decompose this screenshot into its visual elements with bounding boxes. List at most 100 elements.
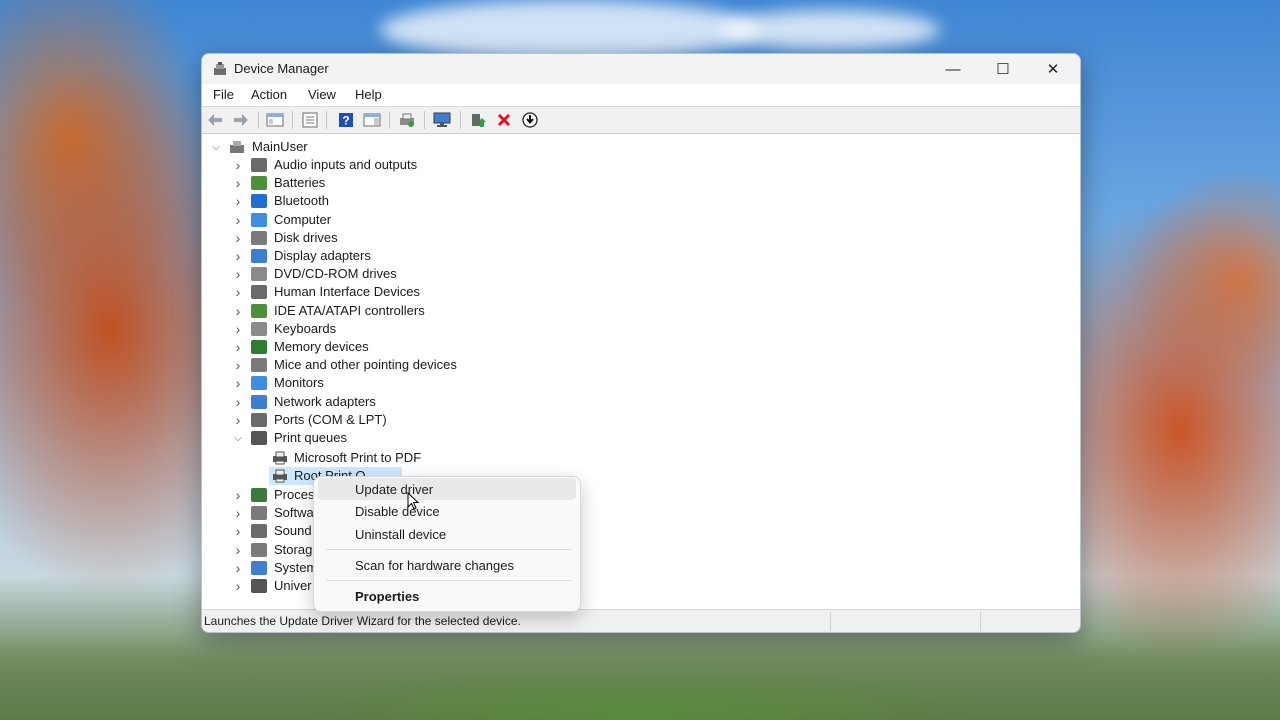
menu-action[interactable]: Action [251, 87, 287, 102]
expand-chevron-icon[interactable]: › [233, 265, 243, 283]
scan-hardware-icon[interactable] [521, 111, 539, 129]
expand-chevron-icon[interactable]: › [233, 356, 243, 374]
update-driver-icon[interactable] [469, 111, 487, 129]
uninstall-device-icon[interactable] [495, 111, 513, 129]
minimize-button[interactable]: — [928, 54, 978, 84]
category-memory-devices[interactable]: Memory devices [274, 338, 369, 356]
print-icon[interactable] [398, 111, 416, 129]
maximize-button[interactable]: ☐ [978, 54, 1028, 84]
category-softwa-icon [251, 506, 267, 520]
category-disk-drives[interactable]: Disk drives [274, 229, 338, 247]
category-system-icon [251, 561, 267, 575]
expand-chevron-icon[interactable]: › [233, 374, 243, 392]
category-system[interactable]: System [274, 559, 317, 577]
category-univer[interactable]: Univer [274, 577, 312, 595]
category-sound-icon [251, 524, 267, 538]
expand-chevron-icon[interactable]: › [233, 504, 243, 522]
action-pane-icon[interactable] [363, 111, 381, 129]
collapse-chevron-icon[interactable]: ⌵ [233, 429, 243, 447]
menu-bar: File Action View Help [202, 84, 1080, 106]
status-divider [980, 612, 981, 631]
menu-help[interactable]: Help [355, 87, 382, 102]
ctx-properties-label: Properties [355, 589, 420, 604]
title-bar[interactable]: Device Manager — ☐ ✕ [202, 54, 1080, 84]
close-button[interactable]: ✕ [1028, 54, 1078, 84]
category-sound[interactable]: Sound [274, 522, 312, 540]
expand-chevron-icon[interactable]: › [233, 559, 243, 577]
category-batteries[interactable]: Batteries [274, 174, 325, 192]
category-computer-icon [251, 213, 267, 227]
category-storag[interactable]: Storag [274, 541, 312, 559]
help-icon[interactable]: ? [337, 111, 355, 129]
menu-file[interactable]: File [213, 87, 234, 102]
expand-chevron-icon[interactable]: › [233, 522, 243, 540]
forward-arrow-icon[interactable] [232, 111, 250, 129]
category-ports-com-lpt-icon [251, 413, 267, 427]
category-bluetooth[interactable]: Bluetooth [274, 192, 329, 210]
category-ports-com-lpt[interactable]: Ports (COM & LPT) [274, 411, 387, 429]
category-network-adapters[interactable]: Network adapters [274, 393, 376, 411]
category-storag-icon [251, 543, 267, 557]
expand-chevron-icon[interactable]: › [233, 320, 243, 338]
expand-chevron-icon[interactable]: › [233, 411, 243, 429]
toolbar-separator [326, 111, 327, 129]
monitor-icon[interactable] [433, 111, 451, 129]
category-network-adapters-icon [251, 395, 267, 409]
menu-view[interactable]: View [308, 87, 336, 102]
category-print-queues[interactable]: Print queues [274, 429, 347, 447]
context-menu: Update driver Disable device Uninstall d… [313, 476, 581, 612]
status-divider [830, 612, 831, 631]
expand-chevron-icon[interactable]: › [233, 283, 243, 301]
printer-icon [273, 469, 287, 483]
ctx-disable-device-label: Disable device [355, 504, 440, 519]
expand-chevron-icon[interactable]: › [233, 338, 243, 356]
ctx-update-driver[interactable]: Update driver [318, 478, 576, 500]
expand-chevron-icon[interactable]: › [233, 211, 243, 229]
device-microsoft-print-to-pdf[interactable]: Microsoft Print to PDF [294, 449, 421, 467]
category-bluetooth-icon [251, 194, 267, 208]
properties-icon[interactable] [301, 111, 319, 129]
category-human-interface-devices[interactable]: Human Interface Devices [274, 283, 420, 301]
cloud [720, 10, 940, 50]
category-dvd-cd-rom-drives[interactable]: DVD/CD-ROM drives [274, 265, 397, 283]
category-computer[interactable]: Computer [274, 211, 331, 229]
category-softwa[interactable]: Softwa [274, 504, 314, 522]
expand-chevron-icon[interactable]: › [233, 302, 243, 320]
device-manager-app-icon [214, 62, 226, 75]
category-keyboards-icon [251, 322, 267, 336]
show-hide-console-tree-icon[interactable] [266, 111, 284, 129]
expand-chevron-icon[interactable]: › [233, 229, 243, 247]
toolbar-separator [258, 111, 259, 129]
category-human-interface-devices-icon [251, 285, 267, 299]
category-dvd-cd-rom-drives-icon [251, 267, 267, 281]
category-display-adapters[interactable]: Display adapters [274, 247, 371, 265]
toolbar-separator [460, 111, 461, 129]
ctx-uninstall-device-label: Uninstall device [355, 527, 447, 542]
mouse-cursor-icon [407, 492, 419, 510]
expand-chevron-icon[interactable]: › [233, 156, 243, 174]
ctx-uninstall-device[interactable]: Uninstall device [318, 523, 576, 545]
ctx-properties[interactable]: Properties [318, 585, 576, 607]
window-title: Device Manager [234, 61, 329, 76]
category-batteries-icon [251, 176, 267, 190]
category-keyboards[interactable]: Keyboards [274, 320, 336, 338]
expand-chevron-icon[interactable]: › [233, 541, 243, 559]
expand-chevron-icon[interactable]: › [233, 174, 243, 192]
category-mice-and-other-pointing-devices[interactable]: Mice and other pointing devices [274, 356, 457, 374]
expand-chevron-icon[interactable]: › [233, 192, 243, 210]
tree-root-label[interactable]: MainUser [252, 138, 308, 156]
expand-chevron-icon[interactable]: › [233, 486, 243, 504]
category-monitors[interactable]: Monitors [274, 374, 324, 392]
expand-chevron-icon[interactable]: › [233, 577, 243, 595]
back-arrow-icon[interactable] [206, 111, 224, 129]
collapse-chevron-icon[interactable]: ⌵ [211, 138, 221, 156]
ctx-scan-hardware[interactable]: Scan for hardware changes [318, 554, 576, 576]
category-proces[interactable]: Proces [274, 486, 314, 504]
category-univer-icon [251, 579, 267, 593]
category-ide-ata-atapi-controllers[interactable]: IDE ATA/ATAPI controllers [274, 302, 425, 320]
expand-chevron-icon[interactable]: › [233, 393, 243, 411]
ctx-disable-device[interactable]: Disable device [318, 500, 576, 522]
category-audio-inputs-and-outputs[interactable]: Audio inputs and outputs [274, 156, 417, 174]
expand-chevron-icon[interactable]: › [233, 247, 243, 265]
computer-user-icon [230, 141, 244, 153]
